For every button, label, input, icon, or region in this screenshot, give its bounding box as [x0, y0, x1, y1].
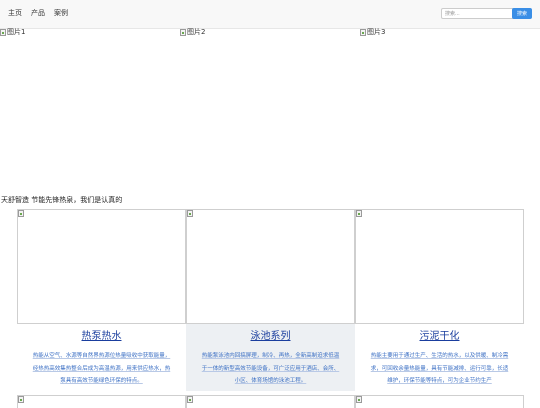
broken-image-icon: [18, 396, 24, 403]
nav-link-products[interactable]: 产品: [31, 9, 45, 18]
card-title[interactable]: 泳池系列: [186, 331, 355, 343]
next-row-image-2: [186, 395, 355, 408]
card-description[interactable]: 热能从空气、水源等自然界热源位热量吸收中获取能量，经热热高效集热整合后成为高温热…: [31, 350, 172, 388]
card-image: [186, 209, 355, 324]
top-navbar: 主页 产品 案例 搜索: [0, 0, 540, 29]
product-card-pool: 泳池系列 热能泵泳池内回搞屏理，制冷、再热，全新高制迫求低温于一体的新型高效节能…: [186, 209, 355, 391]
nav-link-home[interactable]: 主页: [8, 9, 22, 18]
product-card-heat-pump: 热泵热水 热能从空气、水源等自然界热源位热量吸收中获取能量，经热热高效集热整合后…: [17, 209, 186, 391]
banner-image-1: 图片1: [0, 28, 178, 188]
search-input[interactable]: [441, 8, 515, 19]
banner-alt-text: 图片2: [187, 28, 206, 36]
search-button[interactable]: 搜索: [512, 8, 532, 19]
banner-alt-text: 图片3: [367, 28, 386, 36]
banner-alt-text: 图片1: [7, 28, 26, 36]
broken-image-icon: [187, 210, 193, 217]
nav-links: 主页 产品 案例: [8, 9, 68, 18]
next-row-image-1: [17, 395, 186, 408]
broken-image-icon: [356, 210, 362, 217]
card-description[interactable]: 热能主要用于通过生产、生活的热水，以及供暖、制冷需求，可回收余量热能量，具有节能…: [369, 350, 510, 388]
card-title[interactable]: 热泵热水: [17, 331, 186, 343]
broken-image-icon: [360, 29, 366, 36]
card-title[interactable]: 污泥干化: [355, 331, 524, 343]
banner-image-3: 图片3: [360, 28, 538, 188]
broken-image-icon: [18, 210, 24, 217]
nav-link-cases[interactable]: 案例: [54, 9, 68, 18]
broken-image-icon: [187, 396, 193, 403]
tagline: 天舒智造 节能先锋热泉，我们是认真的: [1, 196, 123, 204]
broken-image-icon: [0, 29, 6, 36]
card-image: [355, 209, 524, 324]
broken-image-icon: [180, 29, 186, 36]
next-row-image-3: [355, 395, 524, 408]
card-description[interactable]: 热能泵泳池内回搞屏理，制冷、再热，全新高制迫求低温于一体的新型高效节能设备，可广…: [200, 350, 341, 388]
broken-image-icon: [356, 396, 362, 403]
card-image: [17, 209, 186, 324]
banner-image-2: 图片2: [180, 28, 358, 188]
product-card-sludge-drying: 污泥干化 热能主要用于通过生产、生活的热水，以及供暖、制冷需求，可回收余量热能量…: [355, 209, 524, 391]
